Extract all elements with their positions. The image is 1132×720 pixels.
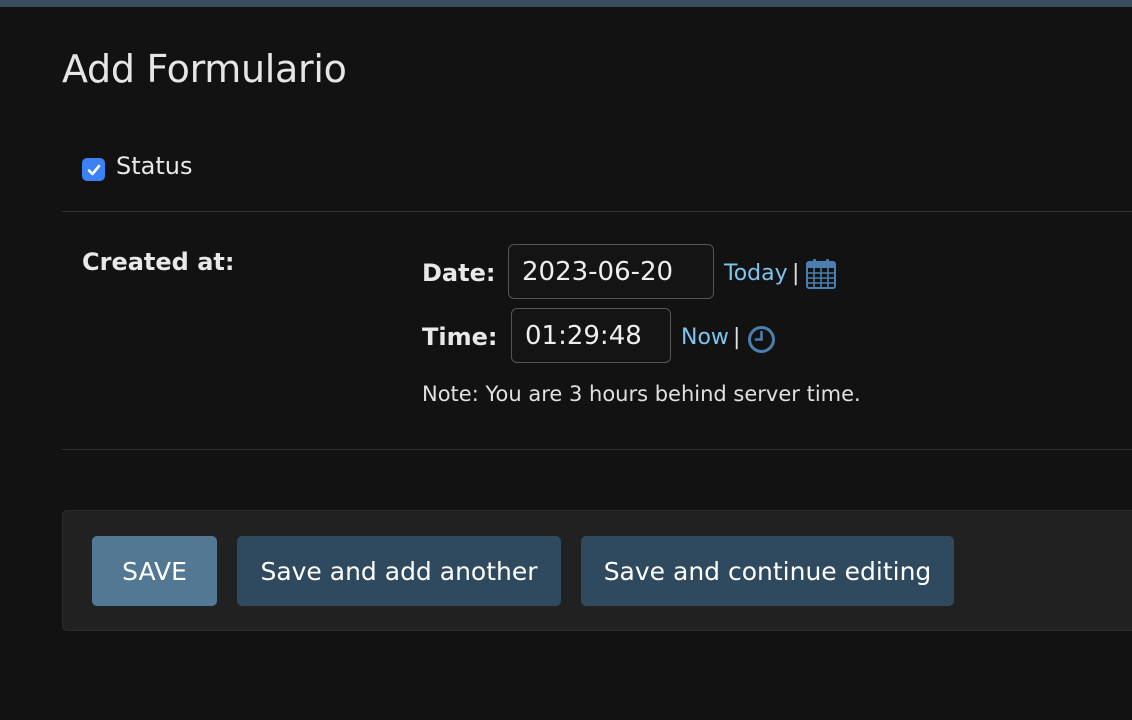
created-at-label: Created at: [82,248,235,276]
date-separator: | [792,261,800,286]
header-bar [0,0,1132,7]
divider [62,449,1132,450]
save-button[interactable]: SAVE [92,536,217,606]
save-and-continue-editing-button[interactable]: Save and continue editing [581,536,954,606]
clock-icon[interactable] [747,325,776,358]
status-field: Status [82,150,192,181]
time-label: Time: [422,323,498,351]
divider [62,211,1132,212]
checkmark-icon [87,164,100,175]
time-separator: | [733,325,741,350]
submit-row: SAVE Save and add another Save and conti… [62,510,1132,631]
time-input[interactable] [511,308,671,363]
now-link[interactable]: Now [681,325,729,350]
status-label: Status [116,151,193,180]
status-checkbox[interactable] [82,158,105,181]
save-and-add-another-button[interactable]: Save and add another [237,536,561,606]
date-input[interactable] [508,244,714,299]
calendar-icon[interactable] [805,258,837,294]
timezone-note: Note: You are 3 hours behind server time… [422,382,861,406]
today-link[interactable]: Today [724,261,788,286]
date-label: Date: [422,259,496,287]
page-title: Add Formulario [62,47,347,91]
